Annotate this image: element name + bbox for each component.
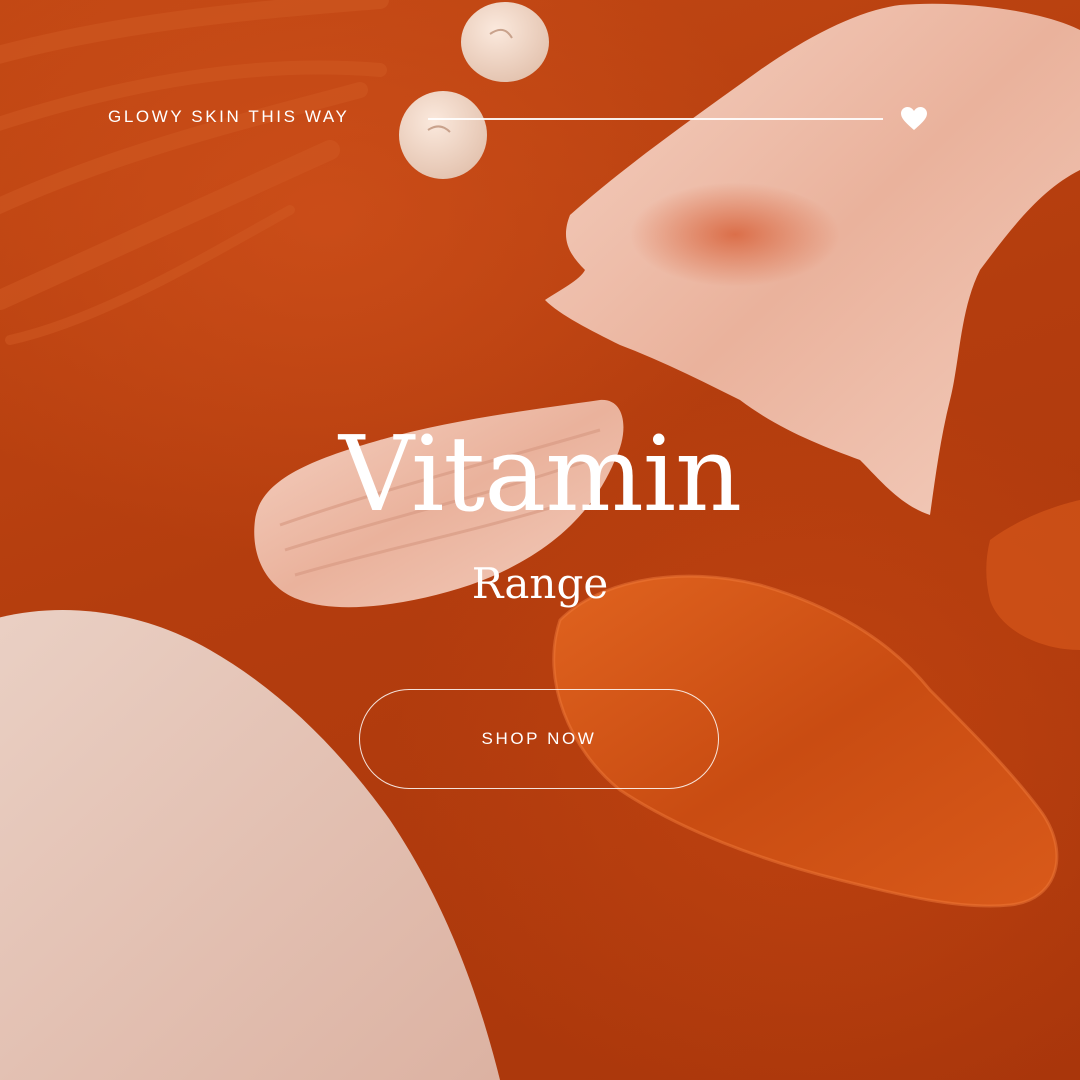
shop-now-label: SHOP NOW	[481, 729, 597, 748]
promo-canvas: GLOWY SKIN THIS WAY Vitamin Range SHOP N…	[0, 0, 1080, 1080]
background-photo	[0, 0, 1080, 1080]
divider-line	[428, 118, 883, 120]
tagline-text: GLOWY SKIN THIS WAY	[108, 107, 350, 126]
shop-now-button[interactable]: SHOP NOW	[359, 689, 719, 789]
swirl-strokes	[0, 0, 389, 345]
foam-swatch	[0, 610, 500, 1080]
page-subtitle: Range	[471, 559, 609, 608]
cream-dots	[399, 2, 549, 179]
heart-icon	[901, 107, 927, 130]
page-title: Vitamin	[338, 413, 742, 535]
tagline-row: GLOWY SKIN THIS WAY	[108, 104, 928, 134]
